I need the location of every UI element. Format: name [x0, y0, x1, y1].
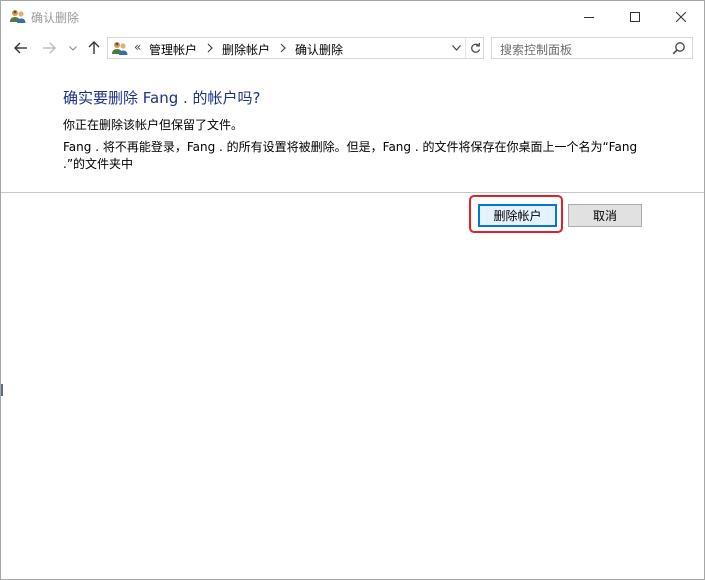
breadcrumb-overflow[interactable]: « — [134, 40, 141, 54]
chevron-down-icon — [451, 45, 461, 51]
chevron-down-icon — [69, 45, 77, 51]
navigation-bar: « 管理帐户 删除帐户 确认删除 搜索控制面板 — [1, 33, 704, 63]
refresh-icon — [470, 42, 480, 53]
back-button[interactable] — [11, 33, 31, 63]
user-accounts-icon — [112, 42, 128, 55]
search-placeholder: 搜索控制面板 — [500, 43, 573, 57]
refresh-button[interactable] — [465, 38, 484, 58]
minimize-icon — [584, 16, 594, 18]
confirm-delete-window: 确认删除 « 管理帐户 删除帐户 确认删除 搜索控制面板 确实要删除 Fang … — [0, 0, 705, 580]
window-title: 确认删除 — [31, 11, 80, 25]
up-button[interactable] — [85, 33, 103, 63]
arrow-left-icon — [14, 42, 27, 54]
forward-button[interactable] — [39, 33, 59, 63]
maximize-button[interactable] — [612, 1, 658, 32]
search-icon[interactable] — [672, 41, 686, 55]
info-text: 你正在删除该帐户但保留了文件。 — [63, 118, 244, 132]
maximize-icon — [630, 11, 640, 22]
arrow-up-icon — [88, 41, 100, 54]
title-bar[interactable]: 确认删除 — [1, 1, 704, 32]
page-title: 确实要删除 Fang . 的帐户吗? — [63, 89, 261, 107]
chevron-right-icon[interactable] — [207, 43, 213, 53]
edge-marker — [1, 384, 3, 396]
address-bar[interactable]: « 管理帐户 删除帐户 确认删除 — [107, 37, 484, 59]
close-window-button[interactable] — [658, 1, 704, 32]
close-icon — [676, 11, 686, 22]
breadcrumb-delete-account[interactable]: 删除帐户 — [222, 41, 270, 58]
breadcrumb-manage-accounts[interactable]: 管理帐户 — [149, 41, 197, 58]
user-accounts-icon — [10, 10, 26, 23]
cancel-button[interactable]: 取消 — [568, 204, 642, 227]
recent-locations-button[interactable] — [67, 33, 79, 63]
minimize-button[interactable] — [566, 1, 612, 32]
breadcrumb-confirm-delete[interactable]: 确认删除 — [295, 41, 343, 58]
divider — [1, 192, 704, 193]
chevron-right-icon[interactable] — [280, 43, 286, 53]
address-dropdown-button[interactable] — [447, 38, 465, 58]
delete-account-button[interactable]: 删除帐户 — [478, 204, 557, 227]
arrow-right-icon — [43, 42, 56, 54]
description-text: Fang . 将不再能登录，Fang . 的所有设置将被删除。但是，Fang .… — [63, 140, 638, 171]
search-control-panel-input[interactable]: 搜索控制面板 — [491, 37, 693, 59]
